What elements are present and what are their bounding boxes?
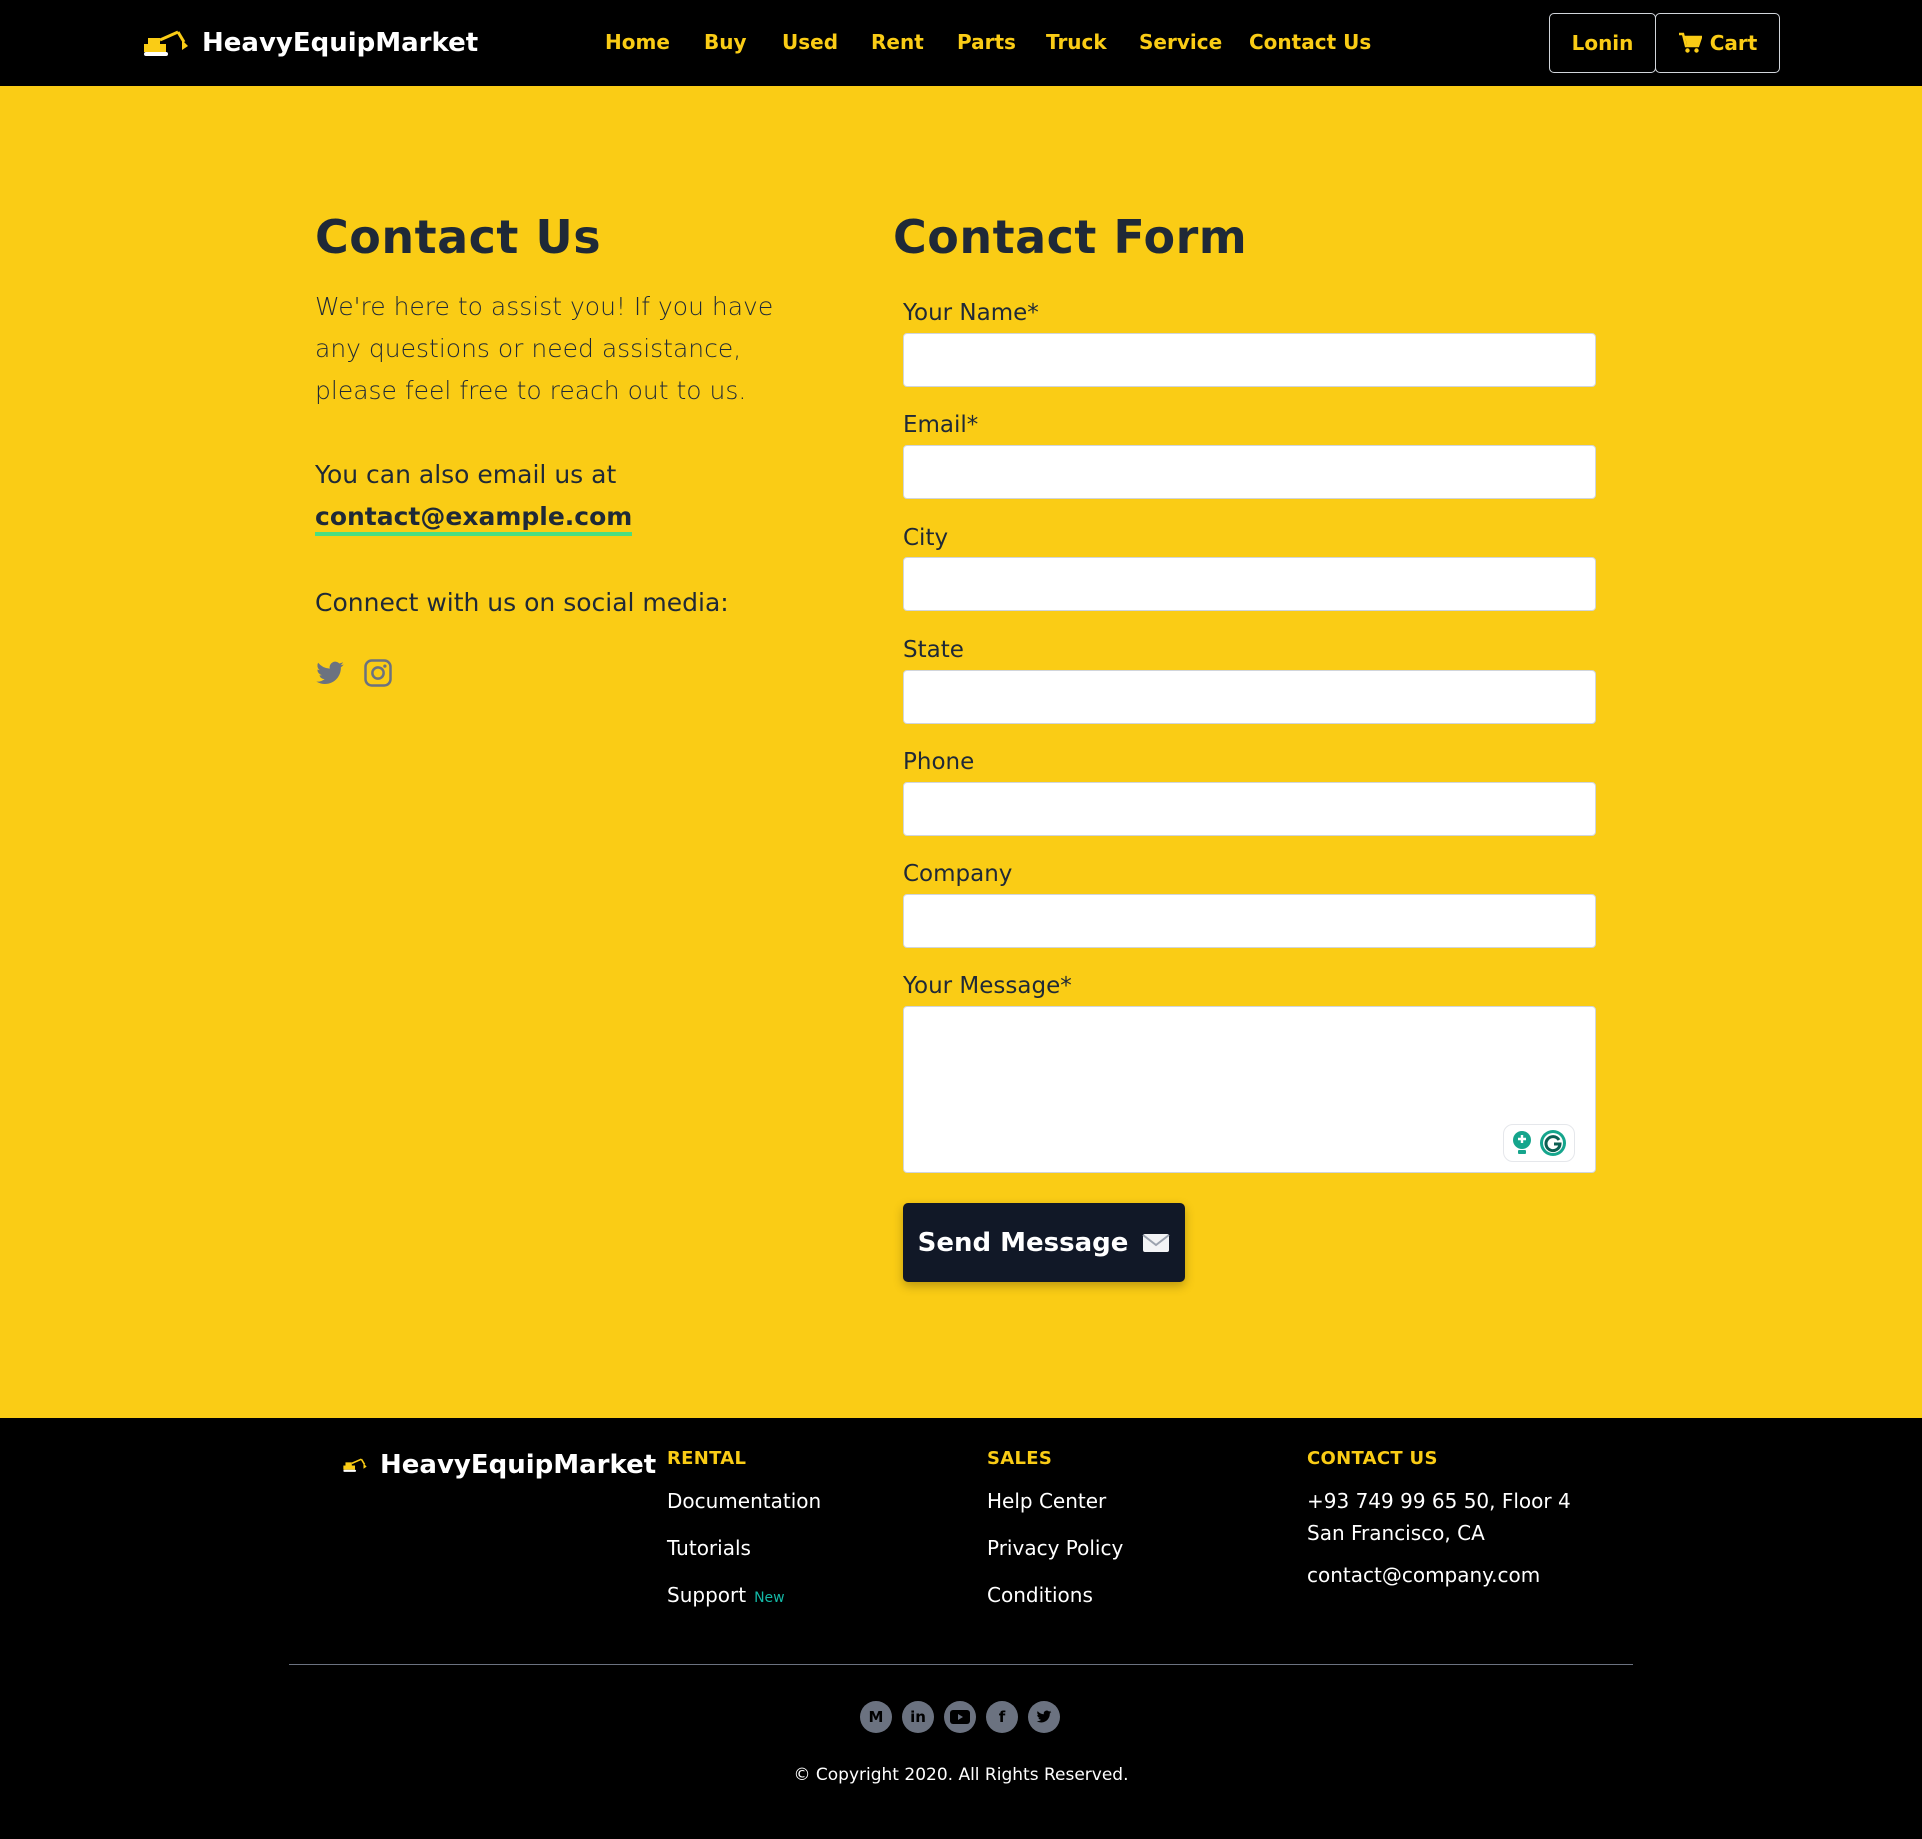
footer-link-documentation[interactable]: Documentation [667, 1489, 821, 1513]
send-message-button[interactable]: Send Message [903, 1203, 1185, 1282]
message-textarea[interactable] [903, 1006, 1596, 1173]
company-label: Company [903, 861, 1013, 887]
contact-email-link[interactable]: contact@example.com [315, 502, 633, 536]
email-label: Email* [903, 412, 979, 438]
nav-rent[interactable]: Rent [871, 30, 924, 54]
footer-link-support-row[interactable]: Support New [667, 1583, 821, 1607]
envelope-icon [1142, 1233, 1171, 1252]
new-badge: New [754, 1590, 785, 1606]
footer-address-line2: San Francisco, CA [1307, 1521, 1485, 1545]
email-prefix: You can also email us at [315, 460, 617, 489]
social-text: Connect with us on social media: [315, 588, 729, 617]
copyright: © Copyright 2020. All Rights Reserved. [793, 1765, 1129, 1785]
footer-link-privacy-policy[interactable]: Privacy Policy [987, 1536, 1123, 1560]
medium-icon[interactable]: M [860, 1701, 892, 1733]
contact-title: Contact Us [315, 210, 602, 264]
cart-button[interactable]: Cart [1655, 13, 1780, 73]
footer-sales-heading: SALES [987, 1448, 1053, 1469]
phone-input[interactable] [903, 782, 1596, 836]
nav-contact-us[interactable]: Contact Us [1249, 30, 1371, 54]
facebook-letter: f [998, 1708, 1006, 1726]
phone-label: Phone [903, 749, 975, 775]
footer-contact-email[interactable]: contact@company.com [1307, 1563, 1571, 1587]
twitter-icon[interactable] [315, 658, 345, 688]
nav-used[interactable]: Used [782, 30, 838, 54]
nav-truck[interactable]: Truck [1046, 30, 1107, 54]
cart-icon [1678, 32, 1702, 53]
footer: HeavyEquipMarket RENTAL Documentation Tu… [0, 1418, 1922, 1839]
nav-service[interactable]: Service [1139, 30, 1222, 54]
footer-col-rental: RENTAL Documentation Tutorials Support Ne… [667, 1448, 821, 1607]
nav-buy[interactable]: Buy [704, 30, 747, 54]
footer-col-sales: SALES Help Center Privacy Policy Conditi… [987, 1448, 1123, 1607]
email-input[interactable] [903, 445, 1596, 499]
company-input[interactable] [903, 894, 1596, 948]
send-message-label: Send Message [917, 1227, 1129, 1258]
login-button[interactable]: Lonin [1549, 13, 1656, 73]
city-input[interactable] [903, 557, 1596, 611]
linkedin-icon[interactable]: in [902, 1701, 934, 1733]
footer-link-support: Support [667, 1583, 747, 1607]
footer-link-conditions[interactable]: Conditions [987, 1583, 1123, 1607]
excavator-logo-icon [343, 1458, 367, 1472]
login-label: Lonin [1571, 31, 1634, 55]
footer-link-tutorials[interactable]: Tutorials [667, 1536, 821, 1560]
lightbulb-icon [1513, 1131, 1531, 1154]
top-navbar: HeavyEquipMarket Home Buy Used Rent Part… [0, 0, 1922, 86]
contact-info: Contact Us We're here to assist you! If … [315, 210, 775, 687]
footer-social-icons: M in f [860, 1701, 1060, 1733]
footer-col-contact: CONTACT US +93 749 99 65 50, Floor 4 San… [1307, 1448, 1571, 1587]
linkedin-letters: in [910, 1708, 926, 1726]
contact-intro: We're here to assist you! If you have an… [315, 292, 774, 405]
footer-divider [289, 1664, 1633, 1665]
twitter-footer-icon[interactable] [1028, 1701, 1060, 1733]
grammarly-widget[interactable] [1503, 1124, 1575, 1162]
grammarly-icon [1540, 1130, 1566, 1156]
footer-brand-name: HeavyEquipMarket [380, 1450, 657, 1480]
footer-address: +93 749 99 65 50, Floor 4 San Francisco,… [1307, 1485, 1571, 1549]
instagram-icon[interactable] [363, 658, 393, 688]
cart-label: Cart [1709, 31, 1758, 55]
state-input[interactable] [903, 670, 1596, 724]
name-input[interactable] [903, 333, 1596, 387]
footer-address-line1: +93 749 99 65 50, Floor 4 [1307, 1489, 1571, 1513]
email-line: You can also email us at contact@example… [315, 454, 775, 538]
youtube-play-icon [950, 1710, 970, 1724]
form-title: Contact Form [893, 210, 1248, 264]
footer-link-help-center[interactable]: Help Center [987, 1489, 1123, 1513]
footer-rental-heading: RENTAL [667, 1448, 747, 1469]
youtube-icon[interactable] [944, 1701, 976, 1733]
city-label: City [903, 525, 949, 551]
footer-brand[interactable]: HeavyEquipMarket [342, 1450, 656, 1480]
footer-contact-heading: CONTACT US [1307, 1448, 1438, 1469]
nav-home[interactable]: Home [605, 30, 670, 54]
nav-parts[interactable]: Parts [957, 30, 1016, 54]
message-label: Your Message* [903, 973, 1072, 999]
social-icons [315, 658, 393, 688]
twitter-bird-icon [1036, 1710, 1052, 1723]
facebook-icon[interactable]: f [986, 1701, 1018, 1733]
medium-letter: M [868, 1708, 884, 1726]
state-label: State [903, 637, 964, 663]
name-label: Your Name* [903, 300, 1039, 326]
